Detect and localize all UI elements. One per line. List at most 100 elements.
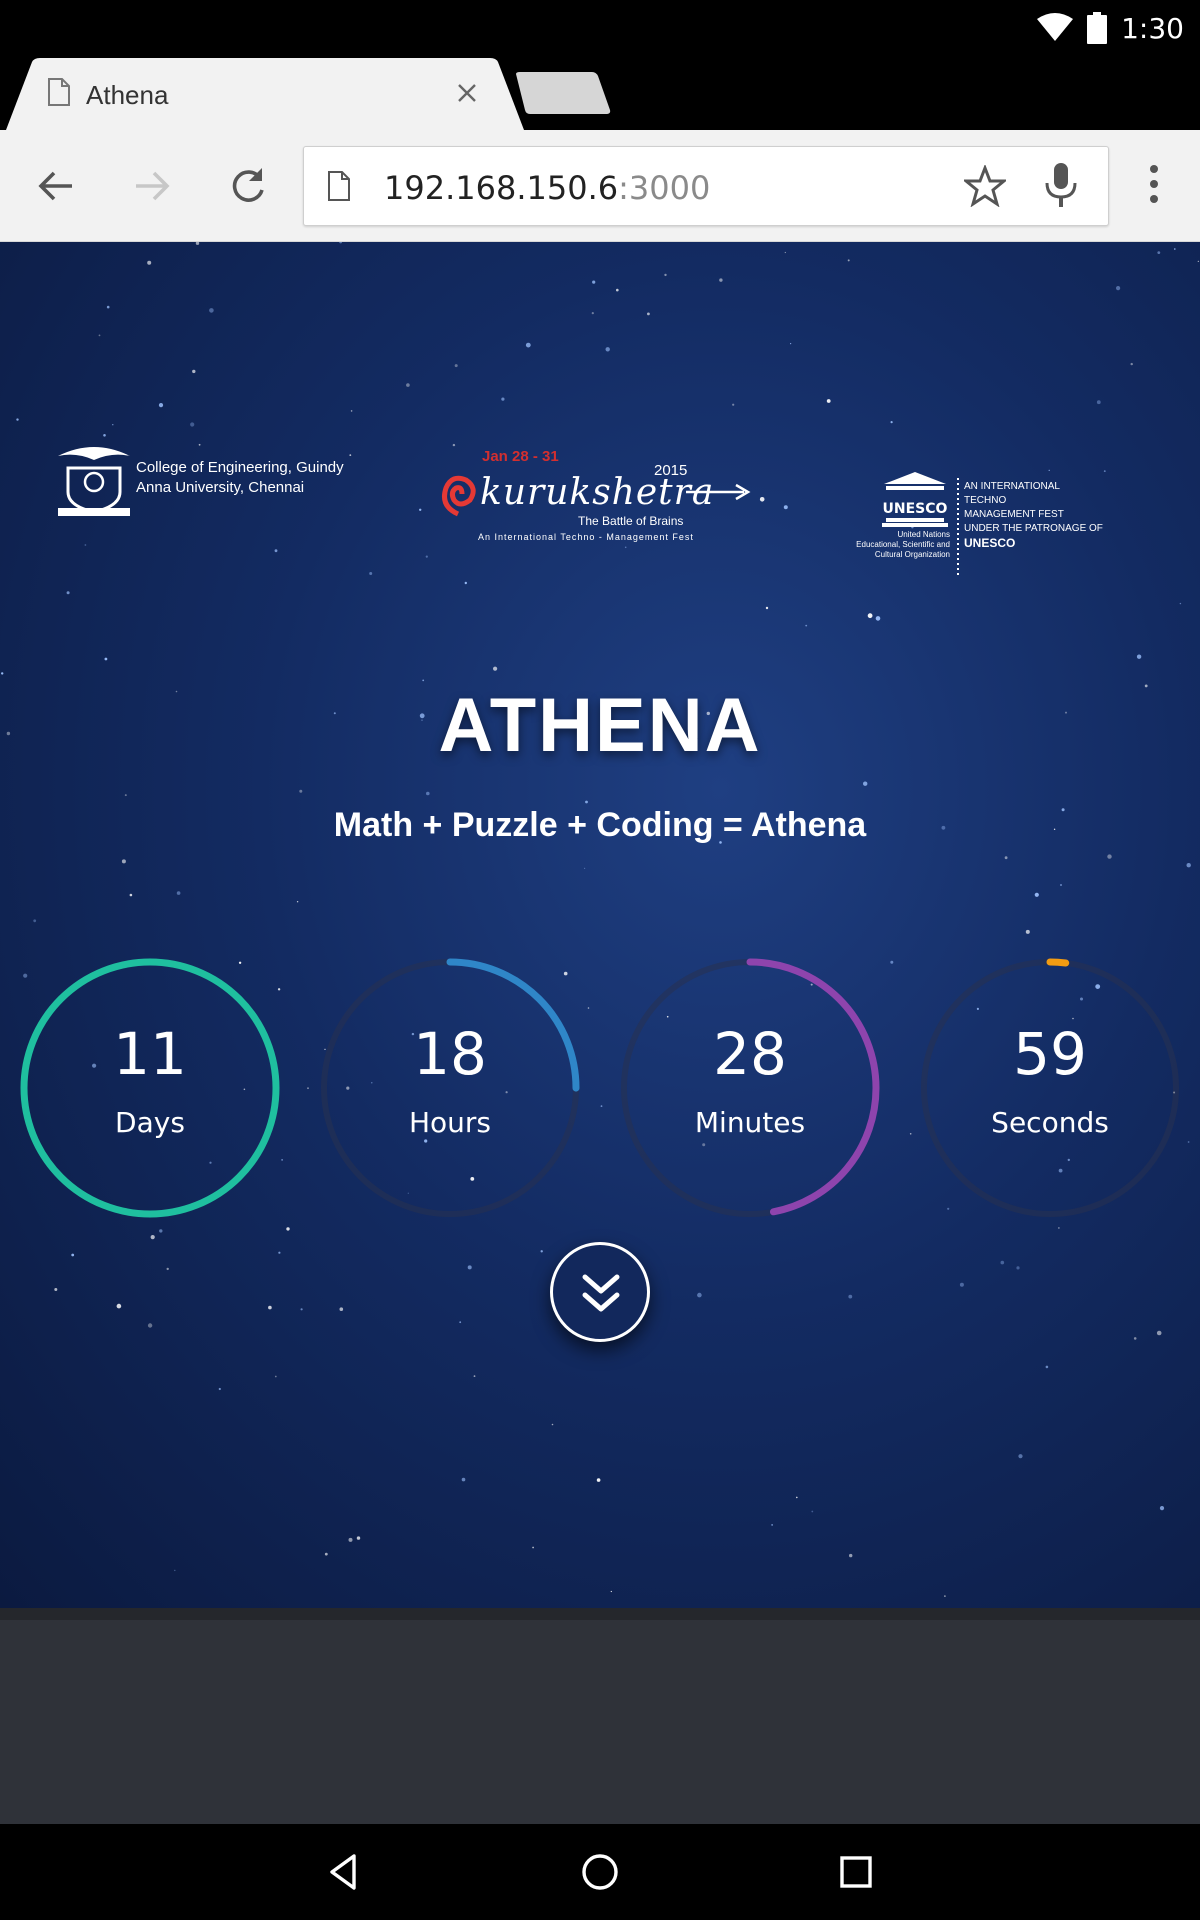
- star: [532, 1546, 534, 1549]
- tab-athena[interactable]: Athena: [6, 58, 526, 130]
- seconds-value: 59: [1013, 1020, 1087, 1088]
- star: [1034, 892, 1039, 897]
- star: [176, 891, 181, 895]
- kurukshetra-tagline: The Battle of Brains: [578, 514, 684, 528]
- star: [339, 1307, 344, 1311]
- star: [551, 1423, 554, 1426]
- overflow-menu-icon[interactable]: [1134, 160, 1174, 208]
- star: [106, 305, 110, 309]
- mic-icon[interactable]: [1044, 163, 1078, 209]
- star: [1016, 1266, 1020, 1270]
- reload-icon[interactable]: [224, 162, 272, 210]
- star: [616, 288, 619, 292]
- url-port: :3000: [618, 169, 711, 207]
- star: [274, 549, 278, 553]
- kurukshetra-dates: Jan 28 - 31: [482, 448, 559, 465]
- ceg-line-1: College of Engineering, Guindy: [136, 459, 344, 476]
- star: [192, 369, 196, 374]
- recents-square-icon[interactable]: [832, 1848, 880, 1896]
- star: [1058, 1227, 1060, 1229]
- star: [697, 1292, 702, 1298]
- seconds-ring-track: [921, 959, 1179, 1217]
- star: [783, 505, 788, 510]
- star: [452, 443, 456, 447]
- star: [66, 591, 70, 595]
- star: [1133, 1337, 1137, 1340]
- star: [1197, 260, 1199, 262]
- days-ring-progress: [20, 958, 280, 1218]
- star: [425, 555, 428, 558]
- unesco-logo: UNESCO United Nations Educational, Scien…: [838, 470, 1118, 580]
- star: [147, 1323, 153, 1328]
- star: [585, 800, 588, 804]
- star: [278, 1251, 281, 1254]
- star: [944, 1595, 946, 1597]
- star: [596, 1478, 601, 1482]
- star: [1186, 863, 1191, 868]
- star: [356, 1536, 361, 1540]
- minutes-value: 28: [713, 1020, 787, 1088]
- new-tab-button[interactable]: [516, 72, 612, 114]
- hours-label: Hours: [408, 1106, 492, 1139]
- unesco-temple-icon: UNESCO: [882, 472, 948, 527]
- star: [299, 789, 303, 793]
- close-icon[interactable]: [456, 82, 478, 104]
- home-circle-icon[interactable]: [576, 1848, 624, 1896]
- star: [1156, 1330, 1162, 1336]
- hours-ring: [320, 958, 580, 1218]
- unesco-org-line-3: Cultural Organization: [874, 550, 950, 559]
- seconds-ring: [920, 958, 1180, 1218]
- star: [867, 613, 873, 619]
- star: [540, 1250, 543, 1253]
- star: [300, 1308, 303, 1311]
- star: [664, 273, 667, 277]
- unesco-fest-line-3: MANAGEMENT FEST: [964, 509, 1064, 520]
- countdown-seconds: 59 Seconds: [918, 956, 1182, 1220]
- star: [875, 616, 881, 621]
- star: [591, 312, 594, 315]
- url-text: 192.168.150.6:3000: [384, 169, 710, 207]
- star: [159, 1229, 163, 1233]
- star: [1187, 1141, 1190, 1143]
- unesco-fest-line-5: UNESCO: [964, 536, 1016, 550]
- unesco-org-line-2: Educational, Scientific and: [856, 540, 950, 549]
- star: [464, 581, 467, 585]
- star: [790, 343, 792, 345]
- star: [1000, 1260, 1005, 1265]
- star: [350, 410, 353, 412]
- page-hero: College of Engineering, Guindy Anna Univ…: [0, 242, 1200, 1608]
- star: [339, 242, 342, 244]
- page-title: ATHENA: [438, 683, 762, 768]
- star: [426, 791, 430, 796]
- star: [1159, 1506, 1165, 1511]
- star: [1096, 400, 1101, 405]
- star: [1060, 884, 1062, 886]
- star: [584, 867, 586, 870]
- star: [147, 260, 152, 265]
- countdown-hours: 18 Hours: [318, 956, 582, 1220]
- unesco-mark-text: UNESCO: [883, 501, 948, 517]
- star: [286, 1227, 290, 1231]
- star: [268, 1305, 272, 1310]
- back-arrow-icon[interactable]: [32, 162, 80, 210]
- star-icon[interactable]: [964, 165, 1006, 207]
- scroll-down-button[interactable]: [550, 1242, 650, 1342]
- ceg-emblem-icon: [58, 447, 130, 516]
- page-subtitle: Math + Puzzle + Coding = Athena: [333, 806, 867, 844]
- days-value: 11: [113, 1020, 187, 1088]
- star: [848, 1294, 853, 1299]
- back-triangle-icon[interactable]: [320, 1848, 368, 1896]
- star: [1, 672, 4, 675]
- address-bar[interactable]: 192.168.150.6:3000: [303, 146, 1109, 226]
- star: [1174, 248, 1176, 250]
- star: [959, 1282, 964, 1287]
- star: [826, 399, 831, 403]
- star: [1157, 251, 1161, 254]
- star: [811, 1510, 814, 1513]
- kurukshetra-subline: An International Techno - Management Fes…: [478, 532, 694, 542]
- star: [190, 422, 195, 427]
- forward-arrow-icon[interactable]: [128, 162, 176, 210]
- minutes-ring: [620, 958, 880, 1218]
- spiral-icon: [442, 475, 476, 517]
- star: [33, 919, 37, 923]
